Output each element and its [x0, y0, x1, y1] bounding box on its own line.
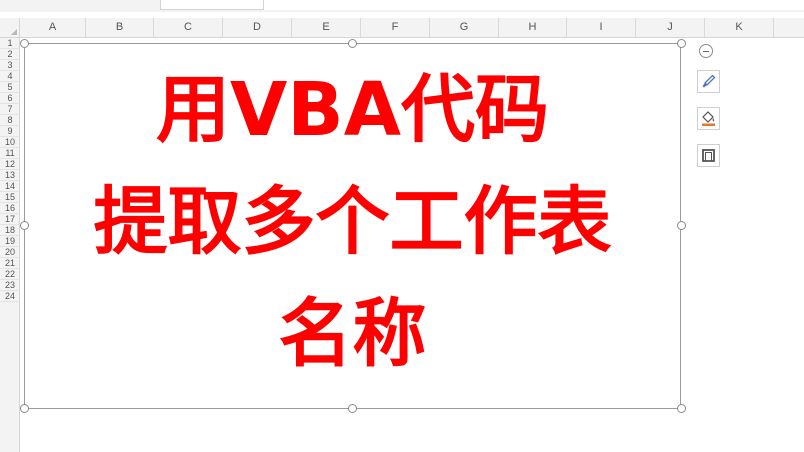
row-header[interactable]: 21: [0, 258, 20, 269]
formula-input[interactable]: [264, 0, 804, 10]
shape-fill-button[interactable]: [697, 107, 720, 130]
collapse-icon[interactable]: [699, 44, 713, 58]
resize-handle-bottom-left[interactable]: [20, 404, 29, 413]
row-header[interactable]: 1: [0, 38, 20, 49]
shape-styles-button[interactable]: [697, 70, 720, 93]
row-header[interactable]: 17: [0, 214, 20, 225]
select-all-button[interactable]: [0, 18, 20, 37]
column-header-row: A B C D E F G H I J K: [0, 18, 804, 38]
row-header[interactable]: 12: [0, 159, 20, 170]
column-header-c[interactable]: C: [154, 18, 223, 37]
column-header-d[interactable]: D: [223, 18, 292, 37]
column-header-k[interactable]: K: [705, 18, 774, 37]
row-header[interactable]: 24: [0, 291, 20, 302]
row-header[interactable]: 4: [0, 71, 20, 82]
formula-bar: ✕ fx: [0, 0, 804, 12]
column-header-h[interactable]: H: [499, 18, 567, 37]
row-header[interactable]: 15: [0, 192, 20, 203]
row-header[interactable]: 8: [0, 115, 20, 126]
row-header[interactable]: 10: [0, 137, 20, 148]
shape-outline-button[interactable]: [697, 144, 720, 167]
text-box-shape[interactable]: 用VBA代码 提取多个工作表 名称: [24, 43, 681, 409]
row-header[interactable]: 14: [0, 181, 20, 192]
row-header[interactable]: 5: [0, 82, 20, 93]
row-header[interactable]: 3: [0, 60, 20, 71]
brush-icon: [702, 74, 716, 88]
column-header-b[interactable]: B: [86, 18, 154, 37]
column-header-j[interactable]: J: [636, 18, 705, 37]
title-line-3: 名称: [278, 291, 427, 377]
column-header-i[interactable]: I: [567, 18, 636, 37]
row-header[interactable]: 7: [0, 104, 20, 115]
paint-bucket-icon: [702, 111, 715, 126]
title-line-2: 提取多个工作表: [93, 179, 612, 265]
row-header[interactable]: 22: [0, 269, 20, 280]
resize-handle-bottom-right[interactable]: [677, 404, 686, 413]
title-line-1: 用VBA代码: [156, 67, 549, 153]
resize-handle-top-right[interactable]: [677, 39, 686, 48]
row-header[interactable]: 23: [0, 280, 20, 291]
row-header[interactable]: 2: [0, 49, 20, 60]
row-header[interactable]: 9: [0, 126, 20, 137]
column-header-f[interactable]: F: [361, 18, 430, 37]
text-box-content[interactable]: 用VBA代码 提取多个工作表 名称: [25, 44, 680, 408]
resize-handle-right[interactable]: [677, 221, 686, 230]
resize-handle-bottom[interactable]: [348, 404, 357, 413]
row-header-column: 1 2 3 4 5 6 7 8 9 10 11 12 13 14 15 16 1…: [0, 38, 20, 452]
row-header[interactable]: 20: [0, 247, 20, 258]
resize-handle-top[interactable]: [348, 39, 357, 48]
column-header-e[interactable]: E: [292, 18, 361, 37]
row-header[interactable]: 6: [0, 93, 20, 104]
resize-handle-top-left[interactable]: [20, 39, 29, 48]
formula-bar-buttons: ✕ fx: [160, 0, 398, 10]
resize-handle-left[interactable]: [20, 221, 29, 230]
row-header[interactable]: 19: [0, 236, 20, 247]
row-header[interactable]: 13: [0, 170, 20, 181]
column-header-g[interactable]: G: [430, 18, 499, 37]
row-header[interactable]: 16: [0, 203, 20, 214]
outline-icon: [702, 149, 715, 162]
row-header[interactable]: 18: [0, 225, 20, 236]
row-header[interactable]: 11: [0, 148, 20, 159]
column-header-a[interactable]: A: [20, 18, 86, 37]
